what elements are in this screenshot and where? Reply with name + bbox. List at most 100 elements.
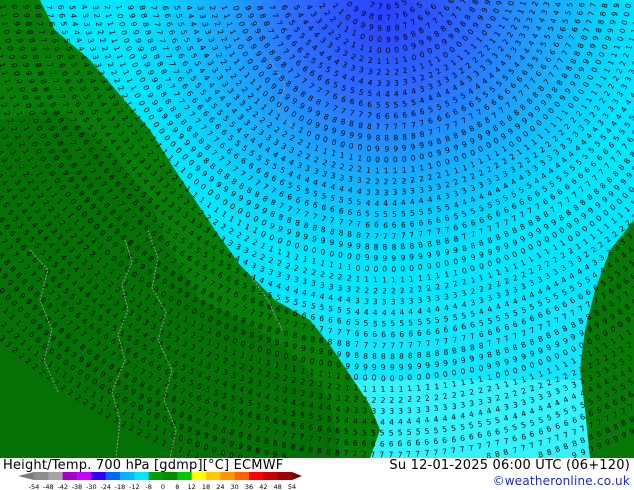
contour-label: 7 [384, 123, 389, 132]
contour-label: 1 [380, 385, 385, 394]
colorbar-tick-label: 18 [202, 483, 210, 490]
contour-label: 4 [442, 414, 448, 423]
contour-label: 1 [416, 383, 422, 392]
colorbar-tick-label: 42 [259, 483, 267, 490]
colorbar-swatch [48, 472, 64, 480]
contour-label: 2 [337, 272, 343, 281]
contour-label: 9 [373, 253, 378, 262]
contour-label: 5 [407, 428, 412, 437]
contour-label: 1 [375, 166, 380, 175]
contour-label: 9 [365, 253, 370, 262]
contour-label: 5 [337, 305, 343, 314]
contour-label: 5 [383, 210, 389, 219]
contour-label: 1 [364, 275, 369, 284]
contour-label: 8 [381, 352, 387, 361]
colorbar-swatch [177, 472, 193, 480]
contour-label: 9 [408, 362, 413, 371]
contour-label: 0 [393, 155, 398, 164]
colorbar-tick-label: -12 [129, 483, 140, 490]
contour-label: 7 [370, 450, 375, 458]
colorbar-tick-label: 30 [231, 483, 239, 490]
contour-label: 7 [388, 450, 393, 458]
contour-label: 4 [326, 403, 331, 412]
colorbar-tick-label: 24 [216, 483, 224, 490]
contour-label: 0 [377, 46, 383, 55]
colorbar-tick-label: -38 [72, 483, 83, 490]
contour-label: 6 [353, 438, 358, 447]
contour-label: 1 [373, 275, 378, 284]
contour-label: 6 [399, 330, 404, 339]
contour-label: 7 [397, 450, 402, 458]
contour-label: 4 [389, 418, 394, 427]
colorbar-swatch [220, 472, 236, 480]
colorbar-tick-label: -8 [145, 483, 151, 490]
contour-label: 9 [390, 363, 395, 372]
contour-label: 8 [345, 339, 350, 348]
contour-label: 1 [0, 21, 9, 27]
contour-label: 0 [327, 359, 332, 368]
contour-label: 5 [363, 319, 368, 328]
contour-label: 7 [390, 341, 395, 350]
contour-label: 7 [408, 340, 413, 349]
contour-label: 4 [353, 417, 358, 426]
contour-label: 4 [416, 417, 421, 426]
contour-label: 0 [336, 360, 341, 369]
contour-label: 7 [361, 450, 367, 458]
contour-label: 2 [434, 393, 439, 402]
contour-label: 1 [409, 274, 415, 283]
colorbar-swatch [249, 472, 264, 480]
contour-label: 5 [433, 426, 438, 435]
colorbar-swatch [277, 472, 293, 480]
contour-label: 9 [391, 253, 396, 262]
contour-label: 2 [362, 395, 367, 404]
contour-label: 3 [371, 407, 377, 416]
contour-label: 4 [417, 307, 422, 316]
contour-label: 8 [372, 352, 377, 361]
contour-label: 7 [425, 449, 430, 458]
contour-label: 7 [417, 340, 422, 349]
contour-label: 6 [386, 2, 392, 11]
colorbar-tick-label: -30 [86, 483, 97, 490]
contour-label: 1 [434, 382, 439, 391]
contour-label: 9 [380, 363, 386, 372]
contour-label: 6 [397, 439, 403, 448]
credit-link[interactable]: ©weatheronline.co.uk [493, 474, 630, 488]
contour-label: 1 [394, 56, 399, 65]
contour-label: 5 [398, 428, 403, 437]
contour-label: 4 [346, 295, 351, 304]
contour-label: 6 [380, 439, 386, 448]
contour-label: 9 [363, 362, 369, 371]
contour-label: 3 [389, 407, 394, 416]
contour-label: 2 [394, 68, 399, 77]
contour-label: 9 [400, 253, 405, 262]
contour-label: 8 [34, 13, 43, 19]
contour-label: 5 [392, 210, 397, 219]
contour-label: 5 [356, 198, 361, 207]
contour-label: 6 [374, 221, 379, 230]
contour-label: 8 [417, 351, 422, 360]
contour-label: 3 [394, 79, 399, 88]
contour-label: 7 [345, 328, 350, 337]
contour-label: 3 [353, 406, 358, 415]
contour-label: 1 [393, 166, 398, 175]
contour-label: 6 [390, 330, 395, 339]
contour-label: 1 [0, 4, 7, 9]
contour-label: 3 [452, 402, 457, 411]
contour-label: 7 [433, 448, 438, 457]
colorbar-swatch [234, 472, 250, 480]
contour-label: 4 [394, 89, 399, 98]
colorbar-swatch [163, 472, 178, 480]
contour-label: 3 [402, 188, 407, 197]
contour-label: 0 [363, 373, 368, 382]
contour-label: 1 [390, 385, 395, 394]
contour-label: 2 [402, 177, 407, 186]
contour-label: 3 [407, 406, 412, 415]
contour-label: 5 [379, 428, 385, 437]
contour-label: 8 [409, 242, 414, 251]
contour-label: 1 [402, 166, 407, 175]
contour-label: 2 [407, 395, 412, 404]
contour-label: 6 [407, 439, 412, 448]
colorbar-tick-label: -54 [29, 483, 40, 490]
contour-label: 5 [389, 428, 394, 437]
contour-label: 3 [393, 188, 398, 197]
